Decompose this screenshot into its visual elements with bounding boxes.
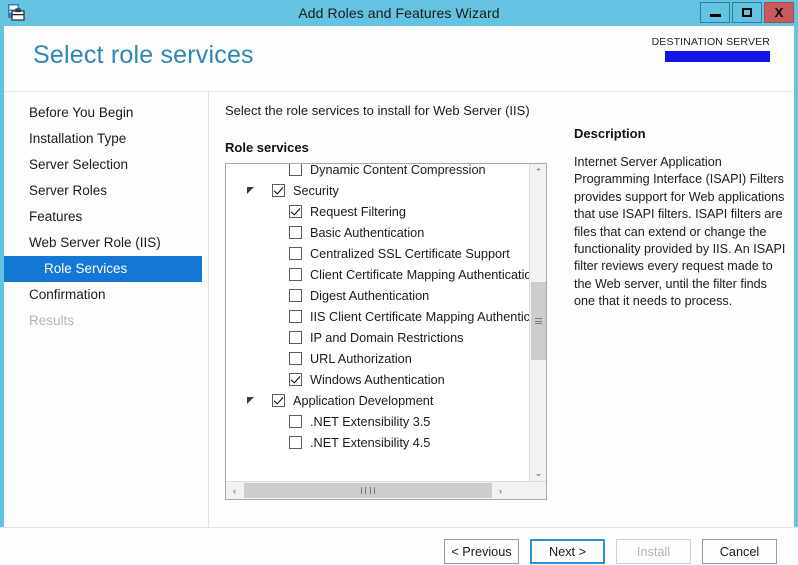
destination-server-redaction	[665, 51, 770, 62]
role-service-row[interactable]: Basic Authentication	[226, 222, 530, 243]
role-services-listbox[interactable]: Dynamic Content Compression Security Reque…	[225, 163, 547, 500]
title-bar: Add Roles and Features Wizard X	[0, 0, 798, 26]
role-service-label: Basic Authentication	[310, 225, 425, 240]
role-service-label: Request Filtering	[310, 204, 406, 219]
role-service-checkbox[interactable]	[289, 164, 302, 176]
role-service-checkbox[interactable]	[289, 247, 302, 260]
role-service-label: Digest Authentication	[310, 288, 430, 303]
expander-triangle-icon[interactable]	[245, 186, 255, 196]
role-service-label: .NET Extensibility 4.5	[310, 435, 431, 450]
window-controls: X	[700, 2, 794, 23]
sidebar-item-installation-type[interactable]: Installation Type	[4, 126, 208, 152]
wizard-navigation-sidebar: Before You Begin Installation Type Serve…	[4, 92, 209, 527]
horizontal-scrollbar-thumb[interactable]	[244, 483, 492, 498]
maximize-button[interactable]	[732, 2, 762, 23]
role-service-checkbox[interactable]	[289, 331, 302, 344]
role-service-checkbox[interactable]	[289, 268, 302, 281]
minimize-button[interactable]	[700, 2, 730, 23]
sidebar-item-server-roles[interactable]: Server Roles	[4, 178, 208, 204]
destination-server-block: DESTINATION SERVER	[652, 36, 770, 62]
page-title: Select role services	[33, 41, 254, 69]
role-service-row[interactable]: Client Certificate Mapping Authenticatio…	[226, 264, 530, 285]
role-service-label: Windows Authentication	[310, 372, 445, 387]
install-button: Install	[616, 539, 691, 564]
role-service-label: URL Authorization	[310, 351, 412, 366]
role-service-row[interactable]: Application Development	[226, 390, 530, 411]
role-service-checkbox[interactable]	[272, 184, 285, 197]
role-service-label: .NET Extensibility 3.5	[310, 414, 431, 429]
vertical-scrollbar-thumb[interactable]	[531, 282, 546, 360]
wizard-window: Add Roles and Features Wizard X Select r…	[0, 0, 798, 565]
sidebar-item-confirmation[interactable]: Confirmation	[4, 282, 208, 308]
role-service-checkbox[interactable]	[289, 289, 302, 302]
role-service-row[interactable]: Security	[226, 180, 530, 201]
vertical-scrollbar[interactable]: ⌃ ⌄	[529, 164, 546, 482]
role-service-label: Centralized SSL Certificate Support	[310, 246, 510, 261]
role-services-label: Role services	[225, 140, 309, 155]
sidebar-item-features[interactable]: Features	[4, 204, 208, 230]
description-text: Internet Server Application Programming …	[574, 155, 786, 309]
role-service-checkbox[interactable]	[289, 373, 302, 386]
instruction-text: Select the role services to install for …	[225, 103, 530, 118]
destination-server-label: DESTINATION SERVER	[651, 36, 770, 48]
sidebar-item-server-selection[interactable]: Server Selection	[4, 152, 208, 178]
sidebar-item-results: Results	[29, 313, 75, 328]
description-title: Description	[574, 126, 646, 141]
role-service-checkbox[interactable]	[289, 415, 302, 428]
sidebar-item-before-you-begin[interactable]: Before You Begin	[4, 100, 208, 126]
role-service-row[interactable]: Dynamic Content Compression	[226, 164, 530, 180]
previous-button[interactable]: < Previous	[444, 539, 519, 564]
role-service-label: Dynamic Content Compression	[310, 164, 486, 177]
sidebar-item-web-server-role-iis[interactable]: Web Server Role (IIS)	[4, 230, 208, 256]
role-service-checkbox[interactable]	[272, 394, 285, 407]
role-service-label: Security	[293, 183, 339, 198]
scroll-down-icon[interactable]: ⌄	[530, 465, 546, 482]
body-area: Before You Begin Installation Type Serve…	[4, 92, 794, 527]
scrollbar-grip-icon	[360, 487, 377, 494]
role-service-row[interactable]: Request Filtering	[226, 201, 530, 222]
scroll-right-icon[interactable]: ›	[492, 482, 509, 499]
description-panel: Description Internet Server Application …	[564, 92, 798, 527]
role-service-checkbox[interactable]	[289, 205, 302, 218]
role-service-row[interactable]: IIS Client Certificate Mapping Authentic…	[226, 306, 530, 327]
role-service-row[interactable]: Windows Authentication	[226, 369, 530, 390]
horizontal-scrollbar[interactable]: ‹ ›	[226, 481, 546, 499]
role-service-label: Client Certificate Mapping Authenticatio…	[310, 267, 530, 282]
role-service-checkbox[interactable]	[289, 226, 302, 239]
role-service-row[interactable]: URL Authorization	[226, 348, 530, 369]
role-service-checkbox[interactable]	[289, 436, 302, 449]
next-button[interactable]: Next >	[530, 539, 605, 564]
main-content: Select the role services to install for …	[209, 92, 564, 527]
role-service-label: IIS Client Certificate Mapping Authentic…	[310, 309, 530, 324]
cancel-button[interactable]: Cancel	[702, 539, 777, 564]
role-service-label: Application Development	[293, 393, 434, 408]
role-service-row[interactable]: .NET Extensibility 4.5	[226, 432, 530, 453]
scroll-up-icon[interactable]: ⌃	[530, 164, 546, 181]
role-service-row[interactable]: .NET Extensibility 3.5	[226, 411, 530, 432]
scroll-left-icon[interactable]: ‹	[226, 482, 243, 499]
expander-triangle-icon[interactable]	[245, 396, 255, 406]
page-header: Select role services DESTINATION SERVER	[4, 26, 794, 92]
role-service-label: IP and Domain Restrictions	[310, 330, 464, 345]
role-service-row[interactable]: Centralized SSL Certificate Support	[226, 243, 530, 264]
close-button[interactable]: X	[764, 2, 794, 23]
sidebar-item-role-services[interactable]: Role Services	[4, 256, 202, 282]
role-service-checkbox[interactable]	[289, 310, 302, 323]
footer-button-bar: < Previous Next > Install Cancel	[0, 527, 798, 565]
role-service-row[interactable]: Digest Authentication	[226, 285, 530, 306]
role-services-list: Dynamic Content Compression Security Reque…	[226, 164, 530, 453]
scrollbar-grip-icon	[535, 316, 542, 325]
role-service-row[interactable]: IP and Domain Restrictions	[226, 327, 530, 348]
role-services-viewport: Dynamic Content Compression Security Reque…	[226, 164, 530, 482]
role-service-checkbox[interactable]	[289, 352, 302, 365]
window-title: Add Roles and Features Wizard	[298, 5, 500, 21]
